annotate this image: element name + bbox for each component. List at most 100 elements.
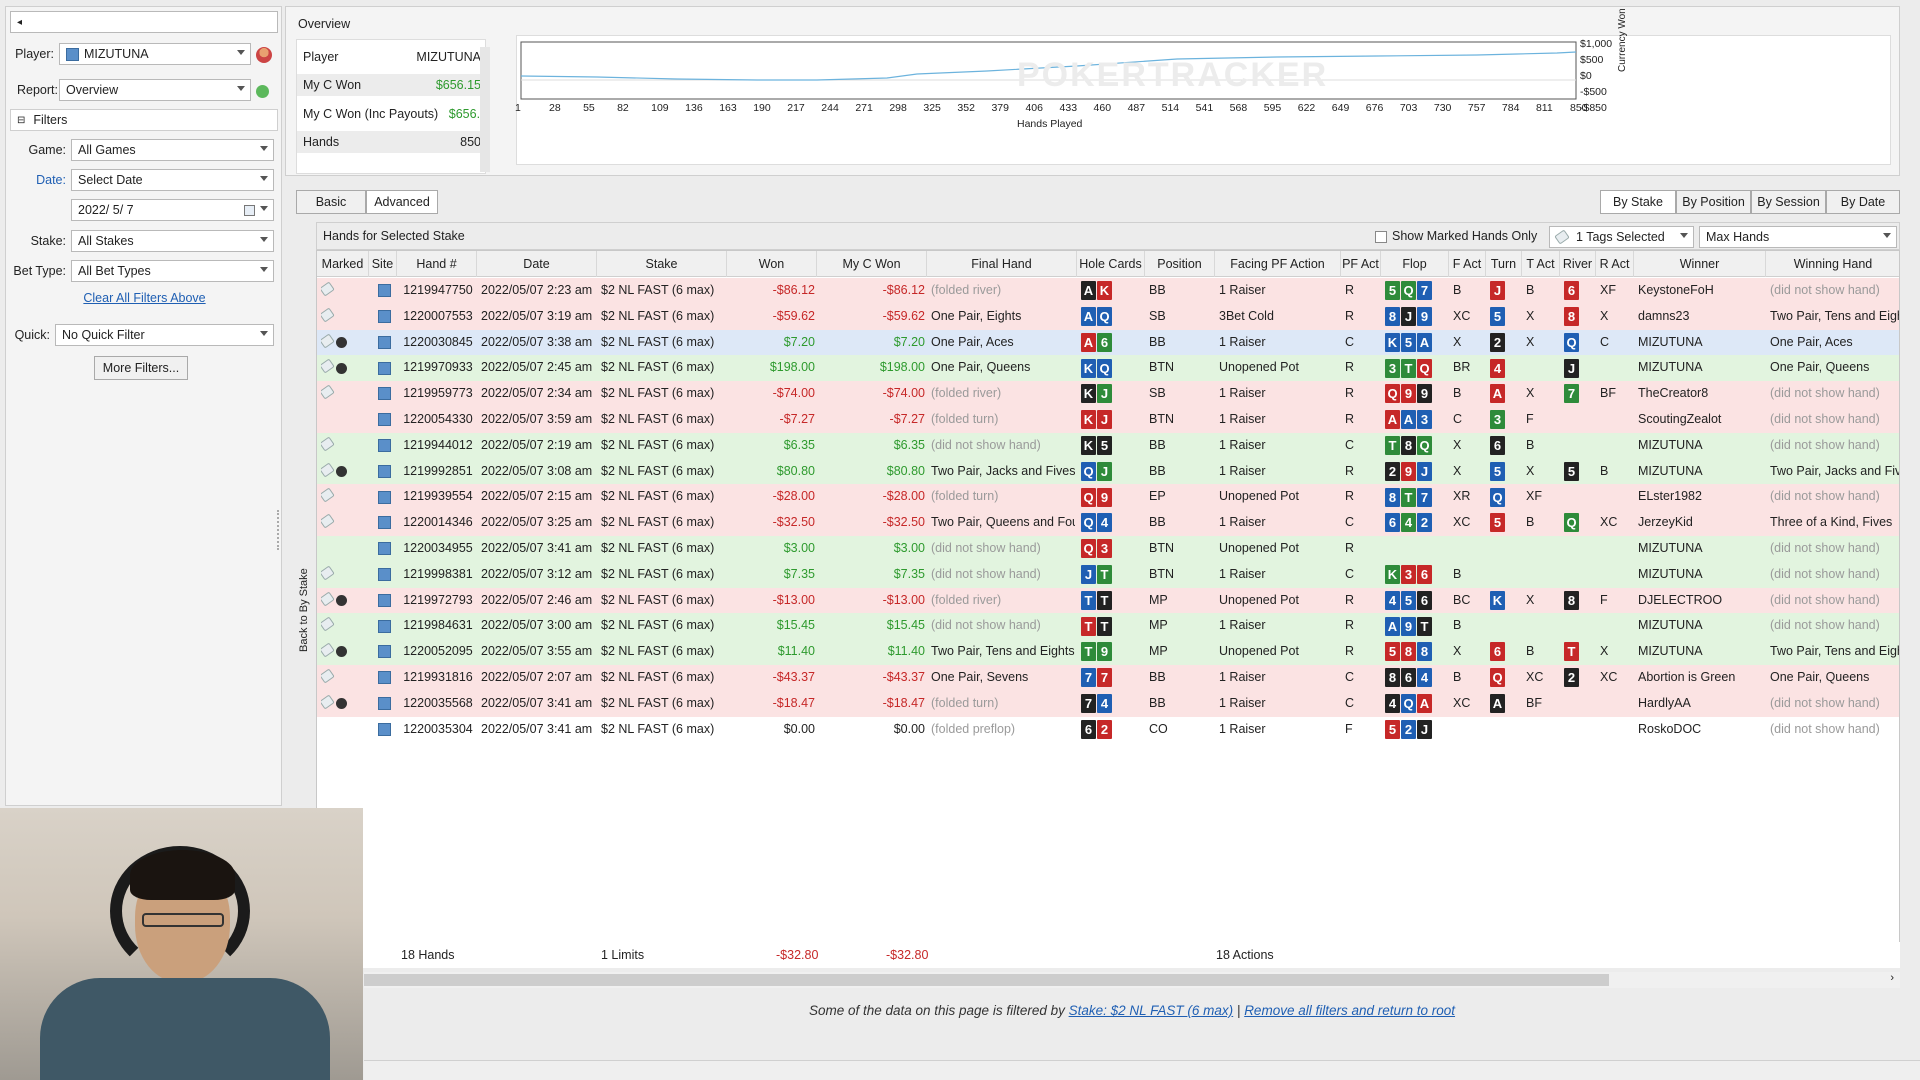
clear-filters-link[interactable]: Clear All Filters Above (6, 291, 283, 305)
tag-icon[interactable] (321, 668, 335, 684)
column-header[interactable]: Position (1145, 251, 1215, 277)
cell-pf-act: C (1345, 670, 1355, 684)
tag-icon[interactable] (321, 616, 335, 632)
table-row[interactable]: 1220007553 2022/05/07 3:19 am $2 NL FAST (… (317, 303, 1899, 330)
column-header[interactable]: T Act (1522, 251, 1560, 277)
table-row[interactable]: 1220052095 2022/05/07 3:55 am $2 NL FAST (… (317, 639, 1899, 665)
show-marked-checkbox[interactable] (1375, 231, 1387, 243)
tag-icon[interactable] (321, 487, 335, 503)
tag-icon[interactable] (321, 694, 335, 710)
tab-by-stake[interactable]: By Stake (1600, 190, 1676, 214)
more-filters-button[interactable]: More Filters... (94, 356, 188, 380)
column-header[interactable]: Site (369, 251, 397, 277)
tag-icon[interactable] (321, 462, 335, 478)
game-select[interactable]: All Games (71, 139, 274, 161)
tag-icon[interactable] (321, 436, 335, 452)
table-row[interactable]: 1220014346 2022/05/07 3:25 am $2 NL FAST (… (317, 510, 1899, 536)
remove-filters-link[interactable]: Remove all filters and return to root (1244, 1003, 1455, 1018)
bettype-select[interactable]: All Bet Types (71, 260, 274, 282)
player-select[interactable]: MIZUTUNA (59, 43, 251, 65)
table-row[interactable]: 1220054330 2022/05/07 3:59 am $2 NL FAST (… (317, 407, 1899, 433)
table-row[interactable]: 1220034955 2022/05/07 3:41 am $2 NL FAST (… (317, 536, 1899, 562)
table-row[interactable]: 1219959773 2022/05/07 2:34 am $2 NL FAST (… (317, 381, 1899, 407)
cell-position: BB (1149, 283, 1166, 297)
table-row[interactable]: 1220035568 2022/05/07 3:41 am $2 NL FAST (… (317, 690, 1899, 717)
tab-by-position[interactable]: By Position (1676, 190, 1751, 214)
horizontal-scrollbar[interactable]: › (364, 972, 1900, 988)
x-tick-label: 622 (1297, 102, 1316, 114)
column-header[interactable]: Hole Cards (1077, 251, 1145, 277)
cell-final-hand: (folded river) (931, 283, 1002, 297)
scroll-right-arrow[interactable]: › (1890, 972, 1894, 984)
scrollbar-thumb[interactable] (364, 974, 1609, 986)
column-header[interactable]: Turn (1486, 251, 1522, 277)
panel-splitter[interactable] (277, 510, 280, 550)
tag-icon[interactable] (321, 642, 335, 658)
table-row[interactable]: 1219984631 2022/05/07 3:00 am $2 NL FAST (… (317, 613, 1899, 640)
quick-filter-select[interactable]: No Quick Filter (55, 324, 274, 346)
playing-card: K (1081, 358, 1096, 378)
max-hands-select[interactable]: Max Hands (1699, 226, 1897, 248)
cell-hole-cards: TT (1081, 588, 1143, 614)
tag-icon[interactable] (321, 281, 335, 297)
playing-card: 7 (1417, 487, 1432, 507)
stake-filter-link[interactable]: Stake: $2 NL FAST (6 max) (1069, 1003, 1234, 1018)
tag-icon[interactable] (321, 565, 335, 581)
tags-select[interactable]: 1 Tags Selected (1549, 226, 1694, 248)
column-header[interactable]: PF Act (1341, 251, 1381, 277)
stake-select[interactable]: All Stakes (71, 230, 274, 252)
table-row[interactable]: 1219972793 2022/05/07 2:46 am $2 NL FAST (… (317, 587, 1899, 614)
tag-icon[interactable] (321, 307, 335, 323)
column-header[interactable]: Won (727, 251, 817, 277)
cell-facing-pf-action: 1 Raiser (1219, 721, 1266, 736)
cell-date: 2022/05/07 3:55 am (481, 644, 593, 659)
tag-icon[interactable] (321, 591, 335, 607)
column-header[interactable]: Winning Hand (1766, 251, 1899, 277)
table-row[interactable]: 1219992851 2022/05/07 3:08 am $2 NL FAST (… (317, 458, 1899, 485)
tab-basic[interactable]: Basic (296, 190, 366, 214)
column-header[interactable]: Facing PF Action (1215, 251, 1341, 277)
back-to-by-stake[interactable]: Back to By Stake (298, 568, 310, 652)
date-picker[interactable]: 2022/ 5/ 7 (71, 199, 274, 221)
date-select[interactable]: Select Date (71, 169, 274, 191)
tag-icon[interactable] (321, 384, 335, 400)
tag-icon[interactable] (321, 358, 335, 374)
tag-icon[interactable] (321, 333, 335, 349)
column-header[interactable]: My C Won (817, 251, 927, 277)
column-header[interactable]: R Act (1596, 251, 1634, 277)
collapse-icon[interactable]: ⊟ (17, 115, 25, 126)
tag-icon[interactable] (321, 513, 335, 529)
report-select[interactable]: Overview (59, 79, 251, 101)
table-row[interactable]: 1220035304 2022/05/07 3:41 am $2 NL FAST (… (317, 716, 1899, 743)
table-row[interactable]: 1219939554 2022/05/07 2:15 am $2 NL FAST (… (317, 484, 1899, 511)
table-row[interactable]: 1219944012 2022/05/07 2:19 am $2 NL FAST (… (317, 432, 1899, 459)
table-row[interactable]: 1219947750 2022/05/07 2:23 am $2 NL FAST (… (317, 278, 1899, 304)
player-settings-icon[interactable] (256, 47, 272, 63)
cell-hand-number: 1220035568 (403, 695, 473, 710)
table-row[interactable]: 1219998381 2022/05/07 3:12 am $2 NL FAST (… (317, 561, 1899, 588)
column-header[interactable]: Date (477, 251, 597, 277)
top-search-box[interactable]: ◂ (10, 11, 278, 33)
column-header[interactable]: Hand # (397, 251, 477, 277)
overview-scrollbar[interactable] (480, 47, 490, 172)
tab-by-date[interactable]: By Date (1826, 190, 1900, 214)
table-row[interactable]: 1220030845 2022/05/07 3:38 am $2 NL FAST (… (317, 329, 1899, 356)
column-header[interactable]: Winner (1634, 251, 1766, 277)
tab-advanced[interactable]: Advanced (366, 190, 438, 214)
cell-f-act: C (1453, 412, 1463, 426)
table-row[interactable]: 1219970933 2022/05/07 2:45 am $2 NL FAST (… (317, 355, 1899, 382)
column-header[interactable]: Marked (317, 251, 369, 277)
filters-header[interactable]: ⊟ Filters (10, 109, 278, 131)
column-header[interactable]: Final Hand (927, 251, 1077, 277)
playing-card: 2 (1401, 719, 1416, 739)
column-header[interactable]: River (1560, 251, 1596, 277)
tab-by-session[interactable]: By Session (1751, 190, 1826, 214)
cell-turn: 4 (1490, 355, 1520, 381)
column-header[interactable]: Flop (1381, 251, 1449, 277)
column-header[interactable]: Stake (597, 251, 727, 277)
graph-yticks: $1,000 $500 $0 -$500 -$850 (1580, 36, 1640, 116)
column-header[interactable]: F Act (1449, 251, 1486, 277)
cell-position: BB (1149, 463, 1166, 478)
calendar-icon[interactable] (244, 205, 255, 216)
table-row[interactable]: 1219931816 2022/05/07 2:07 am $2 NL FAST (… (317, 665, 1899, 691)
